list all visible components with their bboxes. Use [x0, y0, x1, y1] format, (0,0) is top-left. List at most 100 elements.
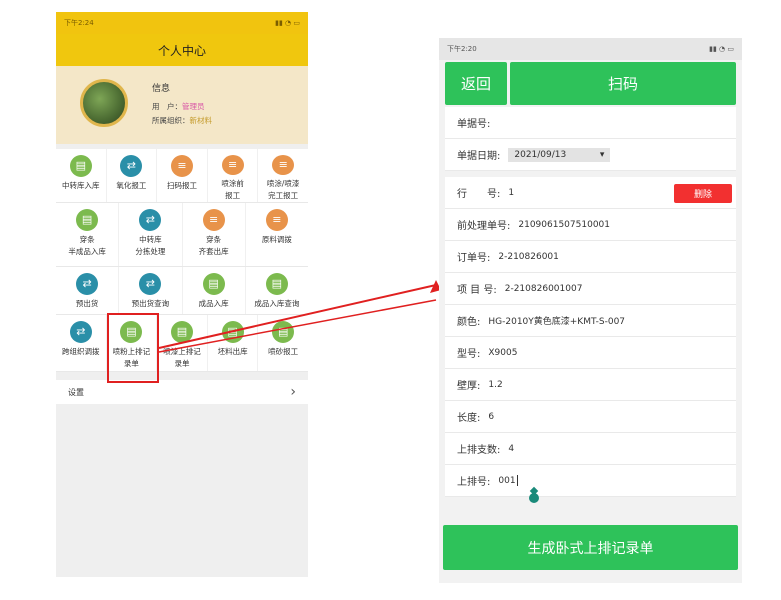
menu-item[interactable]: ≡ 喷涂前 报工 — [208, 149, 259, 202]
document-icon: ▤ — [272, 321, 295, 343]
menu-item-label: 坯料出库 — [217, 347, 248, 356]
database-icon: ≡ — [265, 209, 288, 231]
length-row: 长度: 6 — [445, 401, 736, 433]
menu-item[interactable]: ⇄ 跨组织调拨 — [56, 315, 107, 371]
count-row: 上排支数: 4 — [445, 433, 736, 465]
menu-item-label: 喷砂报工 — [268, 347, 299, 356]
menu-item-label: 扫码报工 — [166, 181, 197, 190]
chevron-down-icon: ▾ — [599, 149, 605, 160]
line-no-row: 行 号: 1 删除 — [445, 177, 736, 209]
header-bar: 个人中心 — [56, 34, 308, 66]
user-value: 管理员 — [182, 102, 205, 111]
status-icons: ▮▮ ◔ ▭ — [275, 19, 300, 27]
highlight-box — [107, 313, 159, 383]
transfer-icon: ⇄ — [139, 209, 162, 231]
menu-item-label: 成品入库 — [198, 299, 229, 308]
transfer-icon: ⇄ — [76, 273, 99, 295]
transfer-icon: ⇄ — [139, 273, 162, 295]
color-row: 颜色: HG-2010Y黄色底漆+KMT-S-007 — [445, 305, 736, 337]
order-no-value: 2-210826001 — [498, 251, 559, 262]
menu-item-label: 喷涂/喷漆 完工报工 — [266, 179, 300, 200]
doc-date-label: 单据日期: — [457, 151, 501, 162]
document-icon: ▤ — [265, 273, 288, 295]
count-label: 上排支数: — [457, 445, 501, 456]
row-no-label: 上排号: — [457, 477, 491, 488]
transfer-icon: ⇄ — [69, 321, 92, 343]
menu-item-label: 喷漆上排记 录单 — [163, 347, 201, 368]
status-bar: 下午2:24 ▮▮ ◔ ▭ — [56, 12, 308, 34]
status-icons: ▮▮ ◔ ▭ — [709, 45, 734, 53]
page-title: 个人中心 — [157, 43, 206, 58]
status-bar: 下午2:20 ▮▮ ◔ ▭ — [439, 38, 742, 60]
order-no-label: 订单号: — [457, 253, 491, 264]
item-no-row: 项 目 号: 2-210826001007 — [445, 273, 736, 305]
profile-info-title: 信息 — [152, 84, 171, 94]
org-label: 所属组织： — [152, 116, 190, 125]
date-select[interactable]: 2021/09/13 ▾ — [508, 147, 611, 162]
menu-item[interactable]: ⇄ 预出货查询 — [119, 267, 183, 314]
menu-item[interactable]: ≡ 原料调拨 — [246, 203, 308, 266]
menu-item-label: 喷涂前 报工 — [221, 179, 244, 200]
menu-item[interactable]: ▤ 中转库入库 — [56, 149, 107, 202]
generate-record-button[interactable]: 生成卧式上排记录单 — [443, 525, 738, 570]
pre-no-label: 前处理单号: — [457, 221, 511, 232]
database-icon: ≡ — [202, 209, 225, 231]
menu-item[interactable]: ▤ 坯料出库 — [208, 315, 259, 371]
thickness-row: 壁厚: 1.2 — [445, 369, 736, 401]
settings-label: 设置 — [68, 387, 84, 397]
count-field[interactable]: 4 — [508, 444, 514, 454]
menu-item[interactable]: ⇄ 中转库 分拣处理 — [119, 203, 183, 266]
menu-item[interactable]: ⇄ 预出货 — [56, 267, 120, 314]
menu-item-label: 预出货 — [75, 299, 99, 308]
user-label: 用 户： — [152, 102, 182, 111]
avatar[interactable] — [80, 79, 128, 127]
profile-card: 信息 用 户：管理员 所属组织：新材料 — [56, 66, 308, 144]
back-button[interactable]: 返回 — [445, 62, 507, 105]
menu-item-label: 跨组织调拨 — [62, 347, 100, 356]
item-no-value: 2-210826001007 — [504, 283, 583, 294]
transfer-icon: ⇄ — [120, 155, 143, 177]
row-no-field[interactable]: 001 — [498, 475, 518, 486]
grid-row: ⇄ 预出货 ⇄ 预出货查询 ▤ 成品入库 ▤ 成品入库查询 — [56, 267, 308, 315]
grid-row: ▤ 穿条 半成品入库 ⇄ 中转库 分拣处理 ≡ 穿条 齐套出库 ≡ 原料调拨 — [56, 203, 308, 267]
menu-item-label: 穿条 齐套出库 — [198, 235, 229, 256]
profile-org-row: 所属组织：新材料 — [152, 115, 212, 126]
doc-no-label: 单据号: — [457, 119, 491, 130]
color-label: 颜色: — [457, 317, 481, 328]
menu-item[interactable]: ▤ 成品入库查询 — [246, 267, 308, 314]
menu-item[interactable]: ▤ 成品入库 — [183, 267, 246, 314]
menu-item[interactable]: ▤ 穿条 半成品入库 — [56, 203, 120, 266]
delete-button[interactable]: 删除 — [674, 184, 732, 203]
status-time: 下午2:24 — [64, 19, 94, 27]
doc-no-row[interactable]: 单据号: — [445, 107, 736, 139]
cursor-handle-icon[interactable] — [529, 493, 539, 503]
database-icon: ≡ — [221, 155, 244, 175]
settings-row[interactable]: 设置 › — [56, 380, 308, 404]
line-no-label: 行 号: — [457, 189, 501, 200]
row-no-row: 上排号: 001 — [445, 465, 736, 503]
document-icon: ▤ — [221, 321, 244, 343]
row-no-value: 001 — [498, 476, 516, 486]
org-value: 新材料 — [189, 116, 213, 125]
grid-row: ⇄ 跨组织调拨 ▤ 喷粉上排记 录单 ▤ 喷漆上排记 录单 ▤ 坯料出库 ▤ 喷砂报工 — [56, 315, 308, 372]
document-icon: ▤ — [170, 321, 193, 343]
menu-item[interactable]: ▤ 喷砂报工 — [258, 315, 308, 371]
menu-item[interactable]: ≡ 扫码报工 — [157, 149, 208, 202]
document-icon: ▤ — [69, 155, 92, 177]
menu-item[interactable]: ▤ 喷漆上排记 录单 — [157, 315, 208, 371]
menu-item-label: 成品入库查询 — [254, 299, 300, 308]
text-cursor — [516, 475, 518, 486]
doc-date-row: 单据日期: 2021/09/13 ▾ — [445, 139, 736, 171]
menu-item[interactable]: ⇄ 氧化报工 — [107, 149, 158, 202]
pre-no-row: 前处理单号: 2109061507510001 — [445, 209, 736, 241]
action-bar: 返回 扫码 — [439, 60, 742, 107]
scan-button[interactable]: 扫码 — [510, 62, 736, 105]
menu-item[interactable]: ≡ 穿条 齐套出库 — [183, 203, 246, 266]
order-no-row: 订单号: 2-210826001 — [445, 241, 736, 273]
database-icon: ≡ — [170, 155, 193, 177]
profile-user-row: 用 户：管理员 — [152, 101, 205, 112]
color-value: HG-2010Y黄色底漆+KMT-S-007 — [488, 317, 626, 327]
document-icon: ▤ — [76, 209, 99, 231]
document-icon: ▤ — [202, 273, 225, 295]
menu-item[interactable]: ≡ 喷涂/喷漆 完工报工 — [258, 149, 308, 202]
